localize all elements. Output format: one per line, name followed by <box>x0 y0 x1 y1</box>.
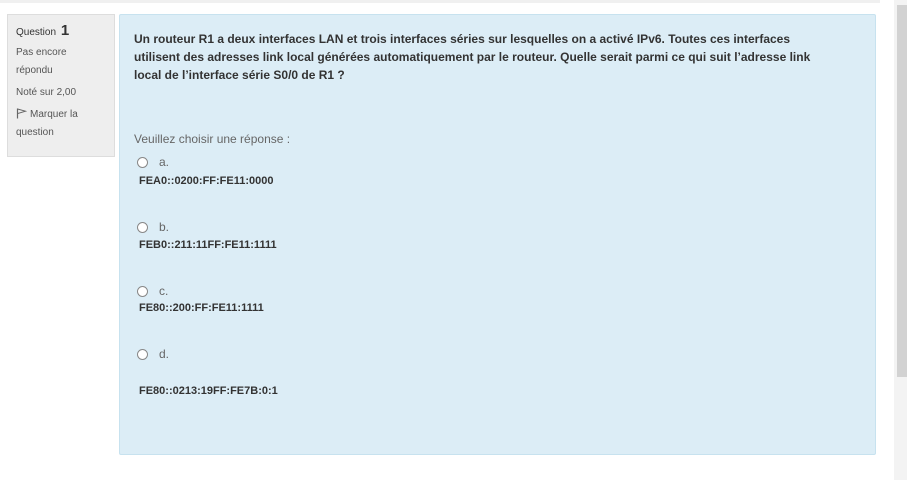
top-divider <box>0 0 880 3</box>
answer-letter: a. <box>159 155 170 169</box>
flag-question-link[interactable]: Marquer la question <box>16 106 106 142</box>
radio-button[interactable] <box>137 285 148 297</box>
answer-text-d[interactable]: FE80::0213:19FF:FE7B:0:1 <box>139 385 278 397</box>
answer-option-d[interactable]: d. <box>137 346 169 362</box>
question-info-panel: Question 1 Pas encore répondu Noté sur 2… <box>7 14 115 157</box>
scrollbar-thumb[interactable] <box>897 5 907 377</box>
answer-prompt: Veuillez choisir une réponse : <box>134 132 291 146</box>
answer-option-a[interactable]: a. <box>137 154 169 170</box>
question-number: Question 1 <box>16 22 106 42</box>
question-state: Pas encore répondu <box>16 47 67 76</box>
flag-icon <box>16 108 30 120</box>
vertical-scrollbar[interactable] <box>894 0 907 480</box>
radio-button[interactable] <box>137 156 148 168</box>
radio-button[interactable] <box>137 221 148 233</box>
radio-button[interactable] <box>137 348 148 360</box>
answer-text-b[interactable]: FEB0::211:11FF:FE11:1111 <box>139 239 277 251</box>
answer-letter: c. <box>159 284 169 298</box>
answer-letter: b. <box>159 220 170 234</box>
answer-text-c[interactable]: FE80::200:FF:FE11:1111 <box>139 302 264 314</box>
question-text: Un routeur R1 a deux interfaces LAN et t… <box>134 32 811 82</box>
answer-text-a[interactable]: FEA0::0200:FF:FE11:0000 <box>139 175 274 187</box>
answer-option-c[interactable]: c. <box>137 283 168 299</box>
answer-letter: d. <box>159 347 170 361</box>
question-content: Un routeur R1 a deux interfaces LAN et t… <box>119 14 876 455</box>
answer-option-b[interactable]: b. <box>137 219 169 235</box>
question-number-value: 1 <box>60 22 70 39</box>
question-grade: Noté sur 2,00 <box>16 87 77 98</box>
question-label: Question <box>16 27 57 38</box>
